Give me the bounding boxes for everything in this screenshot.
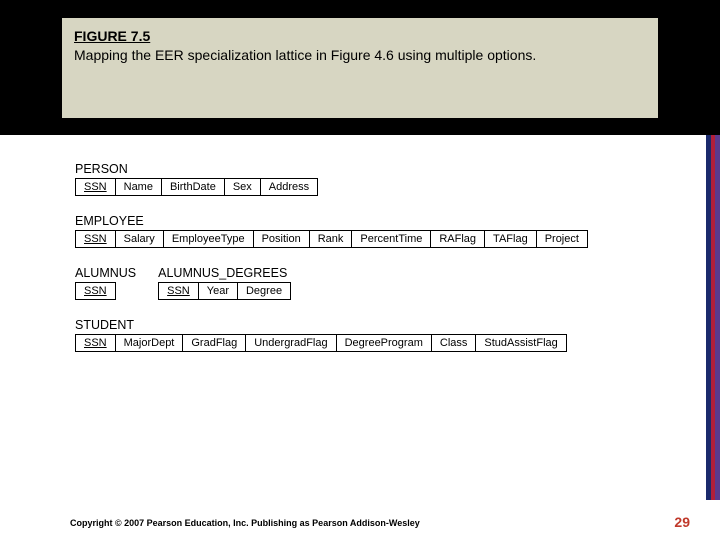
page-number: 29: [674, 514, 690, 530]
schema-row: SSN Salary EmployeeType Position Rank Pe…: [75, 230, 675, 248]
header-band: FIGURE 7.5 Mapping the EER specializatio…: [0, 0, 720, 135]
schema-cell: Address: [260, 178, 318, 196]
figure-label: FIGURE 7.5: [74, 28, 646, 44]
schema-student: STUDENT SSN MajorDept GradFlag Undergrad…: [75, 318, 675, 352]
schema-cell: PercentTime: [351, 230, 431, 248]
schema-title: ALUMNUS_DEGREES: [158, 266, 291, 280]
schema-row: SSN Name BirthDate Sex Address: [75, 178, 675, 196]
schema-cell: Salary: [115, 230, 164, 248]
schema-person: PERSON SSN Name BirthDate Sex Address: [75, 162, 675, 196]
schema-cell: BirthDate: [161, 178, 225, 196]
schema-cell: EmployeeType: [163, 230, 254, 248]
schema-alumnus-degrees: ALUMNUS_DEGREES SSN Year Degree: [158, 266, 291, 300]
side-stripe: [706, 135, 720, 500]
schema-cell: Degree: [237, 282, 291, 300]
schema-row: SSN: [75, 282, 136, 300]
schema-title: PERSON: [75, 162, 675, 176]
schema-title: ALUMNUS: [75, 266, 136, 280]
schema-cell: GradFlag: [182, 334, 246, 352]
schema-cell: SSN: [75, 282, 116, 300]
copyright-footer: Copyright © 2007 Pearson Education, Inc.…: [70, 518, 420, 528]
schema-cell: SSN: [75, 230, 116, 248]
schema-cell: Class: [431, 334, 477, 352]
schema-row: SSN Year Degree: [158, 282, 291, 300]
schema-cell: MajorDept: [115, 334, 184, 352]
schema-cell: SSN: [75, 334, 116, 352]
schema-row: SSN MajorDept GradFlag UndergradFlag Deg…: [75, 334, 675, 352]
schema-cell: Sex: [224, 178, 261, 196]
schema-cell: Project: [536, 230, 588, 248]
schema-cell: SSN: [158, 282, 199, 300]
schema-content: PERSON SSN Name BirthDate Sex Address EM…: [75, 162, 675, 370]
figure-heading-box: FIGURE 7.5 Mapping the EER specializatio…: [62, 18, 658, 118]
schema-cell: UndergradFlag: [245, 334, 336, 352]
schema-cell: TAFlag: [484, 230, 537, 248]
schema-title: EMPLOYEE: [75, 214, 675, 228]
schema-cell: StudAssistFlag: [475, 334, 566, 352]
schema-cell: RAFlag: [430, 230, 485, 248]
schema-employee: EMPLOYEE SSN Salary EmployeeType Positio…: [75, 214, 675, 248]
schema-cell: Year: [198, 282, 238, 300]
schema-cell: Rank: [309, 230, 353, 248]
schema-alumnus-line: ALUMNUS SSN ALUMNUS_DEGREES SSN Year Deg…: [75, 266, 675, 300]
schema-alumnus: ALUMNUS SSN: [75, 266, 136, 300]
schema-title: STUDENT: [75, 318, 675, 332]
schema-cell: Position: [253, 230, 310, 248]
schema-cell: SSN: [75, 178, 116, 196]
schema-cell: DegreeProgram: [336, 334, 432, 352]
figure-caption: Mapping the EER specialization lattice i…: [74, 46, 646, 65]
schema-cell: Name: [115, 178, 162, 196]
